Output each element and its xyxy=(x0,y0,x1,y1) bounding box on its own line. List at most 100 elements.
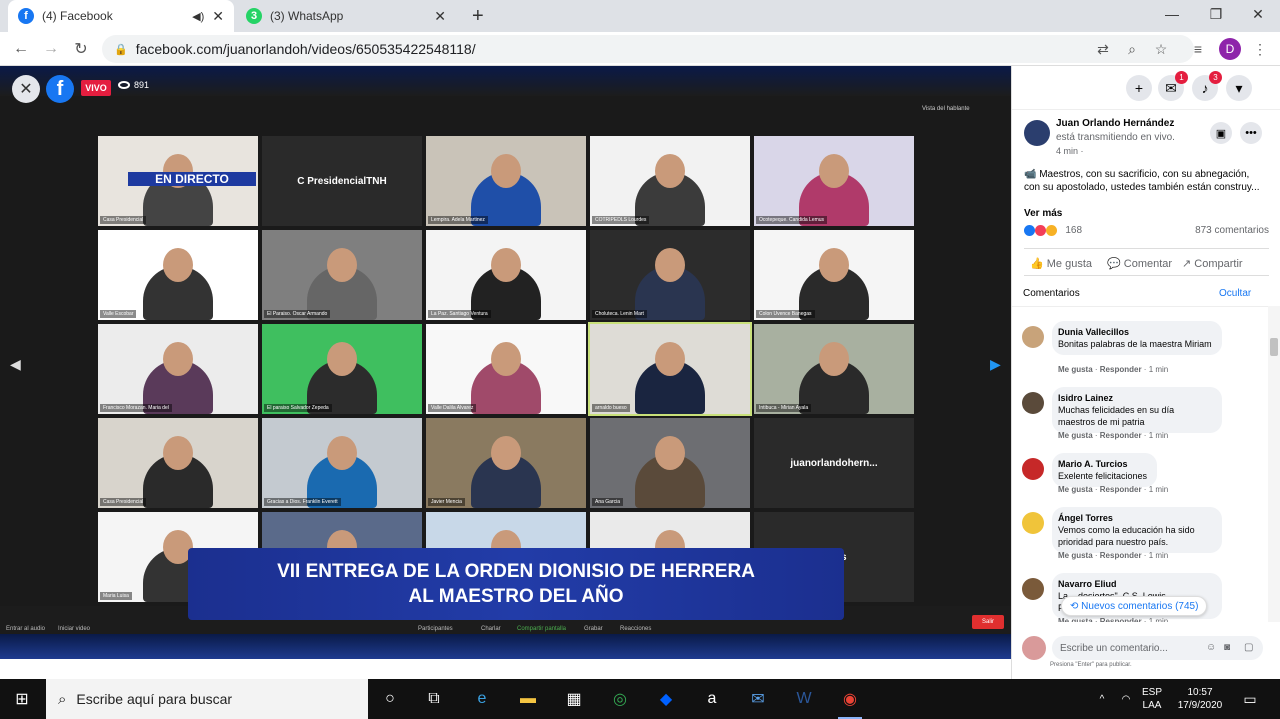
comments-count[interactable]: 873 comentarios xyxy=(1195,225,1269,236)
word-icon[interactable]: W xyxy=(788,683,820,715)
like-button[interactable]: 👍 Me gusta xyxy=(1030,257,1092,270)
participant-tile[interactable]: juanorlandohern... xyxy=(754,418,914,508)
commenter-avatar[interactable] xyxy=(1022,512,1044,534)
participant-tile[interactable]: arnaldo bueso xyxy=(588,322,752,416)
comment-time[interactable]: 1 min xyxy=(1149,365,1169,374)
comment-button[interactable]: 💬 Comentar xyxy=(1107,257,1172,270)
maximize-icon[interactable]: ❐ xyxy=(1194,0,1238,28)
participant-tile[interactable]: Choluteca. Lenin Mart xyxy=(590,230,750,320)
comment-time[interactable]: 1 min xyxy=(1149,551,1169,560)
commenter-avatar[interactable] xyxy=(1022,326,1044,348)
participant-tile[interactable]: COTRIPEDLS Lourdes xyxy=(590,136,750,226)
participant-tile[interactable]: El Paraiso. Oscar Armando xyxy=(262,230,422,320)
post-options-icon[interactable]: ••• xyxy=(1240,122,1262,144)
comment-time[interactable]: 1 min xyxy=(1149,485,1169,494)
windows-start-icon[interactable]: ⊞ xyxy=(0,679,44,719)
tab-whatsapp[interactable]: 3 (3) WhatsApp ✕ xyxy=(236,0,456,32)
translate-icon[interactable]: ⇄ xyxy=(1093,39,1113,59)
scrollbar-thumb[interactable] xyxy=(1270,338,1278,356)
participant-tile[interactable]: El paraiso Salvador Zepeda xyxy=(262,324,422,414)
close-video-icon[interactable]: ✕ xyxy=(12,75,40,103)
comment-author[interactable]: Mario A. Turcios xyxy=(1058,458,1147,470)
chrome-icon[interactable]: ◉ xyxy=(834,683,866,719)
commenter-avatar[interactable] xyxy=(1022,458,1044,480)
comment-reply-link[interactable]: Responder xyxy=(1100,365,1142,374)
leave-meeting-button[interactable]: Salir xyxy=(972,615,1004,629)
comment-like-link[interactable]: Me gusta xyxy=(1058,431,1093,440)
comment-reply-link[interactable]: Responder xyxy=(1100,551,1142,560)
record-button[interactable]: Grabar xyxy=(584,626,603,632)
chat-button[interactable]: Charlar xyxy=(481,626,501,632)
account-menu-chevron-icon[interactable]: ▾ xyxy=(1226,75,1252,101)
store-icon[interactable]: ▦ xyxy=(558,683,590,715)
tab-facebook[interactable]: f (4) Facebook ◀) ✕ xyxy=(8,0,234,32)
task-view-icon[interactable]: ⧉ xyxy=(418,683,450,715)
cortana-icon[interactable]: ○ xyxy=(374,683,406,715)
amazon-icon[interactable]: a xyxy=(696,683,728,715)
participant-tile[interactable]: Ana Garcia xyxy=(590,418,750,508)
action-center-icon[interactable]: ▭ xyxy=(1238,679,1262,719)
next-page-icon[interactable]: ▶ xyxy=(990,356,1001,373)
post-time[interactable]: 4 min · xyxy=(1056,146,1084,156)
participant-tile[interactable]: Lempira. Adela Martinez xyxy=(426,136,586,226)
reactions-summary[interactable]: 168 873 comentarios xyxy=(1024,225,1269,239)
close-tab-icon[interactable]: ✕ xyxy=(434,8,446,25)
facebook-logo-icon[interactable]: f xyxy=(46,75,74,103)
comment-time[interactable]: 1 min xyxy=(1149,431,1169,440)
comment-time[interactable]: 1 min xyxy=(1149,617,1169,622)
participant-tile[interactable]: Colon Uvence Banegas xyxy=(754,230,914,320)
comment-reply-link[interactable]: Responder xyxy=(1100,485,1142,494)
mail-icon[interactable]: ✉ xyxy=(742,683,774,715)
notifications-bell-icon[interactable]: ♪ 3 xyxy=(1192,71,1222,101)
messenger-icon[interactable]: ✉ 1 xyxy=(1158,71,1188,101)
participant-tile[interactable]: Francisco Morazan. Maria del xyxy=(98,324,258,414)
participant-tile[interactable]: EN DIRECTO Casa Presidencial xyxy=(98,136,258,226)
media-control-icon[interactable]: ≡ xyxy=(1188,39,1208,59)
participant-tile[interactable]: Gracias a Dios. Franklin Everett xyxy=(262,418,422,508)
comment-author[interactable]: Ángel Torres xyxy=(1058,512,1212,524)
see-more-link[interactable]: Ver más xyxy=(1024,208,1062,219)
address-bar[interactable]: 🔒 facebook.com/juanorlandoh/videos/65053… xyxy=(102,35,1194,63)
file-explorer-icon[interactable]: ▬ xyxy=(512,683,544,715)
reload-icon[interactable]: ↻ xyxy=(70,38,92,60)
emoji-icon[interactable]: ☺ xyxy=(1206,642,1216,653)
language-indicator[interactable]: ESP LAA xyxy=(1140,679,1164,719)
live-video-player[interactable]: ✕ f VIVO 891 Vista del hablante EN DIREC… xyxy=(0,66,1011,659)
tray-chevron-icon[interactable]: ^ xyxy=(1094,679,1110,719)
forward-icon[interactable]: → xyxy=(40,38,62,60)
participant-tile[interactable]: Valle Escobar xyxy=(98,230,258,320)
new-comments-pill[interactable]: ⟲ Nuevos comentarios (745) xyxy=(1061,596,1208,616)
participant-tile[interactable]: Ocotepeque. Candida Lemus xyxy=(754,136,914,226)
share-screen-button[interactable]: Compartir pantalla xyxy=(517,626,566,632)
commenter-avatar[interactable] xyxy=(1022,578,1044,600)
prev-page-icon[interactable]: ◀ xyxy=(10,356,21,373)
profile-avatar[interactable]: D xyxy=(1219,38,1241,60)
participant-tile[interactable]: Intibuca - Mirian Ayala xyxy=(754,324,914,414)
new-tab-button[interactable]: + xyxy=(462,0,492,32)
save-post-icon[interactable]: ▣ xyxy=(1210,122,1232,144)
back-icon[interactable]: ← xyxy=(10,38,32,60)
share-button[interactable]: ↗ Compartir xyxy=(1182,257,1243,270)
taskbar-search[interactable]: ⌕ Escribe aquí para buscar xyxy=(46,679,368,719)
clock[interactable]: 10:57 17/9/2020 xyxy=(1168,679,1232,719)
wifi-icon[interactable]: ◠ xyxy=(1116,679,1136,719)
comment-like-link[interactable]: Me gusta xyxy=(1058,365,1093,374)
create-icon[interactable]: + xyxy=(1126,75,1152,101)
comment-like-link[interactable]: Me gusta xyxy=(1058,551,1093,560)
comment-author[interactable]: Dunia Vallecillos xyxy=(1058,326,1212,338)
comment-author[interactable]: Navarro Eliud xyxy=(1058,578,1212,590)
close-window-icon[interactable]: ✕ xyxy=(1236,0,1280,28)
comment-like-link[interactable]: Me gusta xyxy=(1058,617,1093,622)
minimize-icon[interactable]: — xyxy=(1150,0,1194,28)
camera-icon[interactable]: ◙ xyxy=(1224,642,1230,653)
participant-tile[interactable]: Javier Mencia xyxy=(426,418,586,508)
comments-scrollbar[interactable] xyxy=(1268,306,1280,622)
close-tab-icon[interactable]: ✕ xyxy=(212,8,224,25)
participants-button[interactable]: Participantes xyxy=(418,626,453,632)
reactions-button[interactable]: Reacciones xyxy=(620,626,651,632)
hide-comments-link[interactable]: Ocultar xyxy=(1219,288,1251,299)
commenter-avatar[interactable] xyxy=(1022,392,1044,414)
comment-reply-link[interactable]: Responder xyxy=(1100,617,1142,622)
sticker-icon[interactable]: ▢ xyxy=(1244,642,1253,653)
comment-author[interactable]: Isidro Lainez xyxy=(1058,392,1212,404)
